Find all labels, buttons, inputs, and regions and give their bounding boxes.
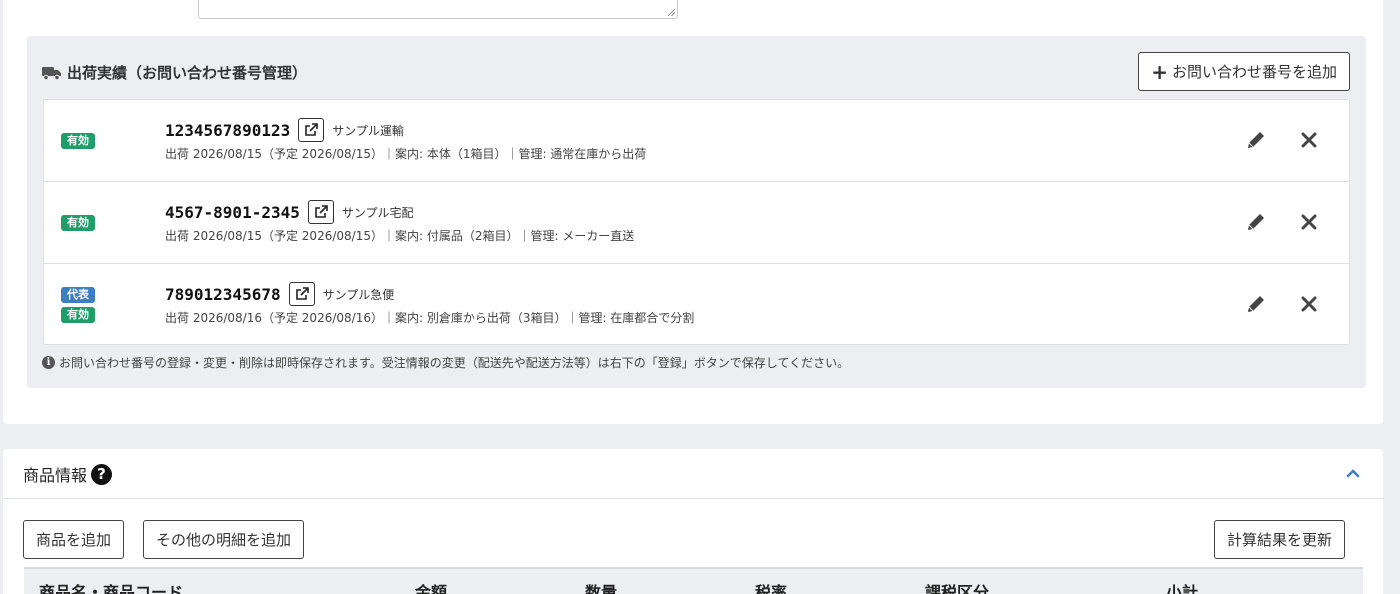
tracking-row: 代表 有効 789012345678 サンプル急便 出荷 2026/08/16（…: [44, 264, 1349, 346]
close-icon[interactable]: [1297, 128, 1321, 152]
close-icon[interactable]: [1297, 292, 1321, 316]
save-note: i お問い合わせ番号の登録・変更・削除は即時保存されます。受注情報の変更（配送先…: [42, 354, 849, 371]
column-header-price: 金額: [415, 583, 448, 594]
product-table-header: 商品名・商品コード 金額 数量 税率 課税区分 小計: [24, 567, 1363, 594]
status-badges: 代表 有効: [61, 264, 95, 346]
status-badges: 有効: [61, 100, 95, 181]
status-badge-representative: 代表: [61, 287, 95, 303]
recalculate-button[interactable]: 計算結果を更新: [1214, 520, 1346, 559]
external-link-icon[interactable]: [307, 200, 334, 224]
product-card: 商品情報 ? 商品を追加 その他の明細を追加 計算結果を更新 商品名・商品コード…: [3, 449, 1383, 594]
add-tracking-label: お問い合わせ番号を追加: [1171, 63, 1337, 81]
tracking-list: 有効 1234567890123 サンプル運輸 出荷 2026/08/15（予定…: [43, 99, 1350, 345]
product-title: 商品情報 ?: [23, 462, 113, 486]
column-header-quantity: 数量: [585, 583, 618, 594]
help-icon[interactable]: ?: [91, 463, 113, 485]
edit-icon[interactable]: [1244, 292, 1268, 316]
shipment-detail: 出荷 2026/08/15（予定 2026/08/15）｜案内: 本体（1箱目）…: [165, 147, 647, 161]
plus-icon: +: [1151, 59, 1168, 84]
status-badges: 有効: [61, 182, 95, 263]
truck-icon: [42, 66, 61, 80]
edit-icon[interactable]: [1244, 210, 1268, 234]
product-header[interactable]: 商品情報 ?: [3, 449, 1383, 499]
add-tracking-button[interactable]: + お問い合わせ番号を追加: [1138, 52, 1350, 91]
shipment-detail: 出荷 2026/08/15（予定 2026/08/15）｜案内: 付属品（2箱目…: [165, 229, 635, 243]
external-link-icon[interactable]: [288, 282, 315, 306]
shipping-title-text: 出荷実績（お問い合わせ番号管理）: [67, 64, 308, 82]
shipping-panel: 出荷実績（お問い合わせ番号管理） + お問い合わせ番号を追加 有効 123456…: [27, 36, 1366, 388]
edit-icon[interactable]: [1244, 128, 1268, 152]
shipping-title: 出荷実績（お問い合わせ番号管理）: [42, 62, 307, 83]
add-product-button[interactable]: 商品を追加: [23, 520, 125, 559]
info-icon: i: [42, 356, 55, 369]
chevron-up-icon[interactable]: [1345, 465, 1361, 481]
column-header-product: 商品名・商品コード: [39, 583, 184, 594]
close-icon[interactable]: [1297, 210, 1321, 234]
add-other-line-button[interactable]: その他の明細を追加: [143, 520, 305, 559]
save-note-text: お問い合わせ番号の登録・変更・削除は即時保存されます。受注情報の変更（配送先や配…: [59, 356, 850, 370]
status-badge-valid: 有効: [61, 132, 95, 149]
tracking-number: 1234567890123: [165, 120, 291, 140]
column-header-tax-category: 課税区分: [925, 583, 990, 594]
status-badge-valid: 有効: [61, 307, 95, 323]
tracking-number: 4567-8901-2345: [165, 202, 300, 222]
tracking-row: 有効 4567-8901-2345 サンプル宅配 出荷 2026/08/15（予…: [44, 182, 1349, 264]
memo-textarea[interactable]: [198, 0, 678, 19]
status-badge-valid: 有効: [61, 214, 95, 231]
tracking-number: 789012345678: [165, 284, 281, 304]
carrier-name: サンプル急便: [322, 287, 395, 302]
carrier-name: サンプル宅配: [341, 205, 414, 220]
carrier-name: サンプル運輸: [332, 123, 404, 138]
tracking-row: 有効 1234567890123 サンプル運輸 出荷 2026/08/15（予定…: [44, 100, 1349, 182]
column-header-subtotal: 小計: [1166, 583, 1199, 594]
external-link-icon[interactable]: [298, 118, 325, 142]
column-header-tax-rate: 税率: [755, 583, 788, 594]
shipment-detail: 出荷 2026/08/16（予定 2026/08/16）｜案内: 別倉庫から出荷…: [165, 311, 695, 325]
product-title-text: 商品情報: [23, 466, 88, 485]
order-detail-card: 出荷実績（お問い合わせ番号管理） + お問い合わせ番号を追加 有効 123456…: [3, 0, 1383, 424]
